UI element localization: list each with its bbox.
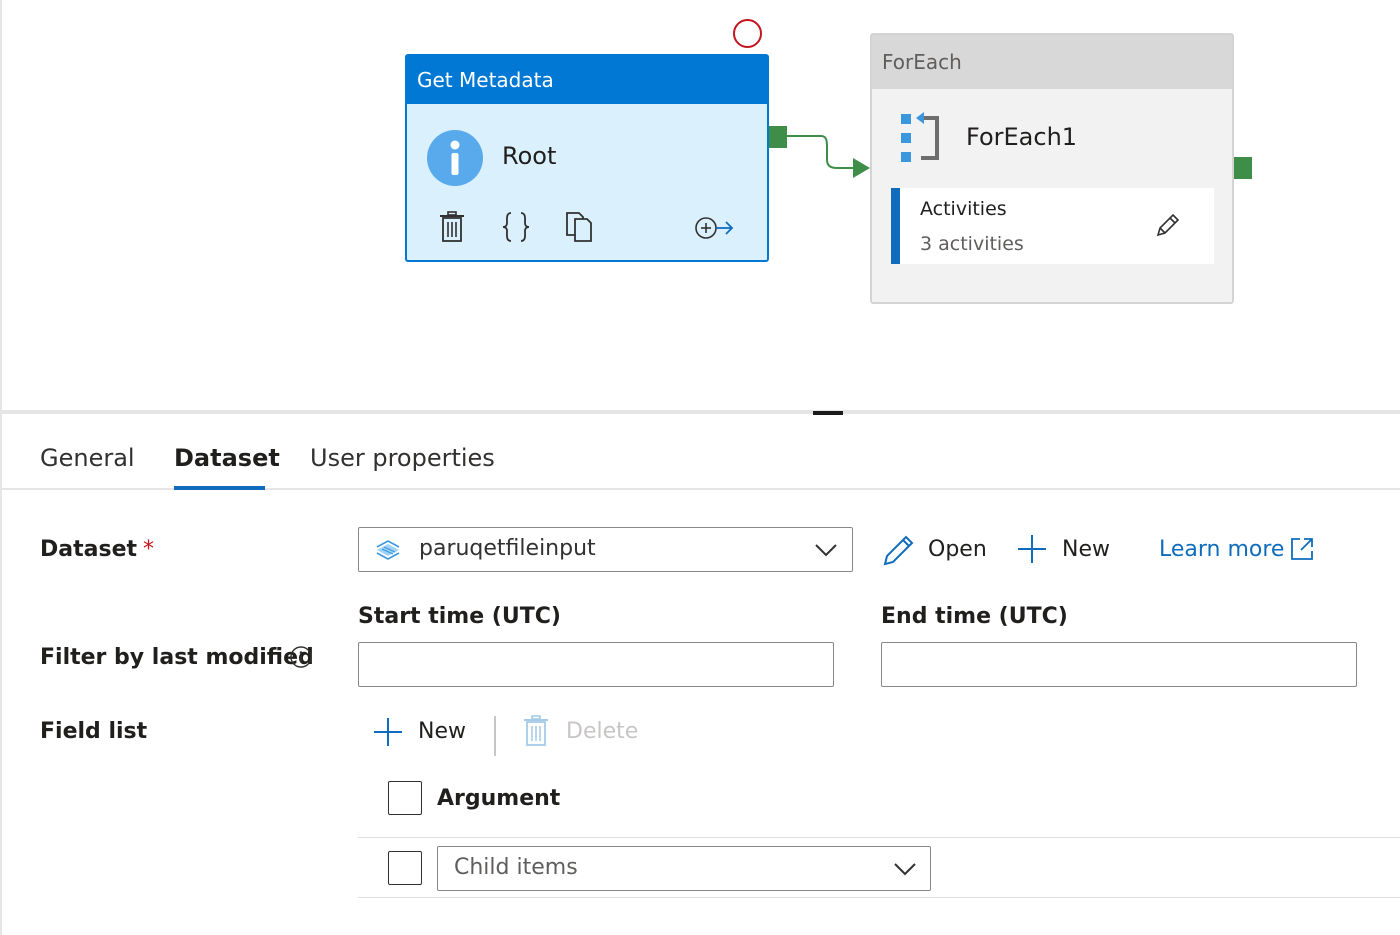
dataset-parquet-icon — [375, 540, 401, 564]
dataset-label: Dataset * — [40, 537, 155, 562]
dataset-selected-value: paruqetfileinput — [419, 536, 596, 561]
plus-icon[interactable] — [372, 716, 404, 752]
success-connector[interactable] — [785, 125, 875, 185]
filter-last-modified-label: Filter by last modified — [40, 645, 314, 670]
activities-count: 3 activities — [920, 233, 1024, 255]
argument-dropdown[interactable]: Child items — [437, 846, 931, 891]
start-time-label: Start time (UTC) — [358, 604, 561, 629]
argument-column-header: Argument — [437, 786, 561, 811]
activity-type-label: ForEach — [872, 35, 1232, 89]
active-tab-indicator — [174, 486, 265, 490]
code-braces-icon[interactable] — [501, 211, 531, 247]
new-dataset-button[interactable]: New — [1062, 537, 1110, 562]
activities-label: Activities — [920, 198, 1007, 220]
toolbar-divider — [494, 716, 496, 756]
field-list-label: Field list — [40, 719, 148, 744]
pencil-icon[interactable] — [882, 533, 914, 571]
inner-activities-panel[interactable]: Activities 3 activities — [891, 188, 1214, 264]
info-icon — [427, 130, 483, 186]
add-field-button[interactable]: New — [418, 719, 466, 744]
table-row-divider — [358, 897, 1400, 898]
argument-selected-value: Child items — [454, 855, 578, 880]
get-metadata-activity[interactable]: Get Metadata Root — [405, 54, 769, 262]
start-time-input[interactable] — [358, 642, 834, 687]
delete-field-button: Delete — [566, 719, 639, 744]
activity-name: ForEach1 — [966, 123, 1078, 151]
row-checkbox[interactable] — [388, 851, 422, 885]
add-output-icon[interactable] — [695, 215, 735, 245]
dataset-dropdown[interactable]: paruqetfileinput — [358, 527, 853, 572]
info-circle-icon[interactable] — [290, 646, 312, 672]
copy-icon[interactable] — [565, 211, 595, 247]
edit-pencil-icon[interactable] — [1154, 211, 1182, 243]
plus-icon[interactable] — [1016, 533, 1048, 569]
foreach-success-port[interactable] — [1234, 157, 1252, 179]
activity-actions — [407, 211, 767, 255]
tab-general[interactable]: General — [40, 444, 135, 472]
splitter-handle[interactable] — [813, 411, 843, 415]
error-status-icon — [733, 19, 762, 48]
delete-icon[interactable] — [439, 211, 465, 247]
tab-user-properties[interactable]: User properties — [310, 444, 495, 472]
chevron-down-icon — [815, 542, 837, 561]
foreach-activity[interactable]: ForEach ForEach1 Activities 3 activities — [870, 33, 1234, 304]
open-dataset-button[interactable]: Open — [928, 537, 987, 562]
pipeline-canvas[interactable]: Get Metadata Root ForEach ForEach1 Activ… — [0, 0, 1400, 410]
external-link-icon[interactable] — [1290, 537, 1314, 565]
required-marker: * — [143, 537, 155, 562]
panel-splitter[interactable] — [0, 410, 1400, 414]
table-header-divider — [358, 837, 1400, 838]
select-all-checkbox[interactable] — [388, 781, 422, 815]
chevron-down-icon — [894, 861, 916, 880]
foreach-loop-icon — [899, 112, 941, 168]
end-time-input[interactable] — [881, 642, 1357, 687]
activity-name: Root — [502, 142, 557, 170]
tab-dataset[interactable]: Dataset — [174, 444, 280, 472]
delete-icon — [523, 715, 549, 751]
activity-type-label: Get Metadata — [407, 56, 767, 104]
end-time-label: End time (UTC) — [881, 604, 1068, 629]
learn-more-link[interactable]: Learn more — [1159, 537, 1284, 562]
properties-tabs: General Dataset User properties — [0, 430, 1400, 490]
